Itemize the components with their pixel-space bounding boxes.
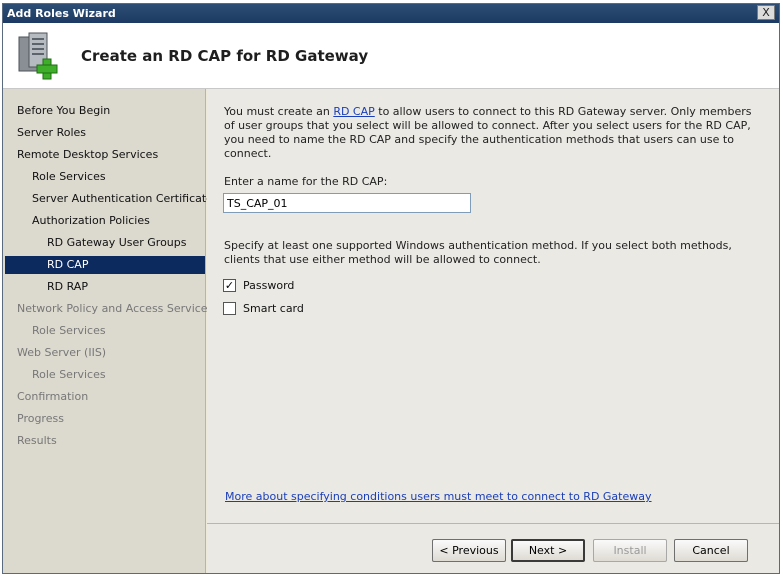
- nav-item-before-you-begin[interactable]: Before You Begin: [17, 102, 110, 120]
- close-button[interactable]: X: [757, 5, 775, 20]
- more-info-link[interactable]: More about specifying conditions users m…: [225, 490, 652, 503]
- nav-item-authorization-policies[interactable]: Authorization Policies: [32, 212, 150, 230]
- title-bar[interactable]: Add Roles Wizard X: [3, 4, 779, 23]
- close-icon: X: [762, 6, 770, 19]
- nav-item-rd-rap[interactable]: RD RAP: [47, 278, 88, 296]
- rd-cap-link[interactable]: RD CAP: [333, 105, 374, 118]
- nav-item-npas-role-services: Role Services: [32, 324, 106, 337]
- nav-item-progress: Progress: [17, 412, 64, 425]
- smart-card-label[interactable]: Smart card: [243, 302, 304, 315]
- add-roles-wizard-window: Add Roles Wizard X Create an RD CAP for …: [2, 3, 780, 574]
- auth-method-description: Specify at least one supported Windows a…: [224, 239, 732, 266]
- nav-item-server-roles[interactable]: Server Roles: [17, 124, 86, 142]
- intro-text-start: You must create an: [224, 105, 334, 118]
- rd-cap-name-input[interactable]: [223, 193, 471, 213]
- nav-item-results: Results: [17, 434, 57, 447]
- window-title: Add Roles Wizard: [7, 7, 116, 20]
- next-button[interactable]: Next >: [511, 539, 585, 562]
- smart-card-checkbox[interactable]: [223, 302, 236, 315]
- wizard-header: Create an RD CAP for RD Gateway: [3, 23, 779, 89]
- page-title: Create an RD CAP for RD Gateway: [81, 47, 369, 65]
- wizard-navigation: Before You Begin Server Roles Remote Des…: [3, 89, 213, 573]
- nav-item-confirmation: Confirmation: [17, 390, 89, 403]
- nav-item-web-server-iis: Web Server (IIS): [17, 346, 107, 359]
- install-button: Install: [593, 539, 667, 562]
- password-checkbox[interactable]: ✓: [223, 279, 236, 292]
- wizard-content: You must create an RD CAP to allow users…: [207, 89, 779, 523]
- nav-item-rd-gateway-user-groups[interactable]: RD Gateway User Groups: [47, 234, 187, 252]
- previous-button[interactable]: < Previous: [432, 539, 506, 562]
- nav-item-network-policy-and-access-services: Network Policy and Access Services: [17, 302, 214, 315]
- button-bar: < Previous Next > Install Cancel: [207, 523, 779, 573]
- cancel-button[interactable]: Cancel: [674, 539, 748, 562]
- nav-item-iis-role-services: Role Services: [32, 368, 106, 381]
- nav-item-remote-desktop-services[interactable]: Remote Desktop Services: [17, 146, 158, 164]
- intro-text: You must create an RD CAP to allow users…: [224, 105, 764, 161]
- nav-item-role-services[interactable]: Role Services: [32, 168, 106, 186]
- password-label[interactable]: Password: [243, 279, 294, 292]
- nav-item-rd-cap[interactable]: RD CAP: [5, 256, 205, 274]
- name-label: Enter a name for the RD CAP:: [224, 175, 388, 188]
- server-add-icon: [18, 32, 58, 80]
- nav-item-server-authentication-certificate[interactable]: Server Authentication Certificate: [32, 190, 213, 208]
